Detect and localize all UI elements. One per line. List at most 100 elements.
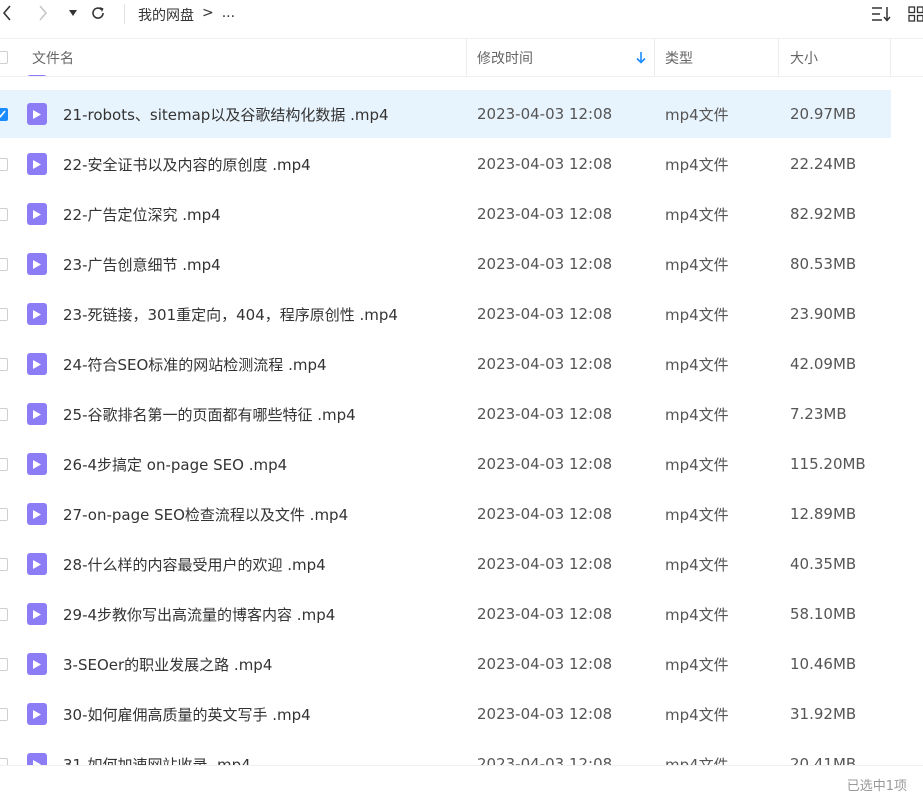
file-modified: 2023-04-03 12:08: [477, 240, 612, 288]
file-name[interactable]: 21-robots、sitemap以及谷歌结构化数据 .mp4: [63, 90, 389, 138]
file-type: mp4文件: [665, 640, 729, 688]
file-row[interactable]: 21-robots、sitemap以及谷歌结构化数据 .mp4 2023-04-0…: [0, 90, 891, 138]
video-file-icon: [27, 453, 47, 475]
column-header-name[interactable]: 文件名: [32, 39, 74, 76]
video-file-icon: [27, 153, 47, 175]
file-icon-cell: [27, 390, 47, 438]
column-divider[interactable]: [466, 39, 467, 76]
row-checkbox[interactable]: [0, 458, 8, 471]
file-row[interactable]: 25-谷歌排名第一的页面都有哪些特征 .mp42023-04-03 12:08m…: [0, 390, 891, 438]
file-modified: 2023-04-03 12:08: [477, 490, 612, 538]
row-checkbox[interactable]: [0, 708, 8, 721]
sort-desc-icon[interactable]: [636, 39, 646, 76]
video-file-icon: [27, 703, 47, 725]
file-name[interactable]: 3-SEOer的职业发展之路 .mp4: [63, 640, 272, 688]
file-size: 115.20MB: [790, 440, 866, 488]
status-bar: 已选中1项: [0, 765, 923, 794]
row-checkbox-cell: [0, 690, 8, 738]
file-list: 21-robots、sitemap以及谷歌结构化数据 .mp4 2023-04-0…: [0, 75, 923, 765]
column-divider[interactable]: [778, 39, 779, 76]
file-row[interactable]: 22-安全证书以及内容的原创度 .mp42023-04-03 12:08mp4文…: [0, 140, 891, 188]
row-checkbox[interactable]: [0, 258, 8, 271]
file-row[interactable]: 30-如何雇佣高质量的英文写手 .mp42023-04-03 12:08mp4文…: [0, 690, 891, 738]
refresh-button[interactable]: [88, 2, 108, 24]
file-icon-cell: [27, 240, 47, 288]
file-type: mp4文件: [665, 740, 729, 765]
row-checkbox[interactable]: [0, 208, 8, 221]
partial-file-icon: [27, 75, 47, 76]
row-checkbox[interactable]: [0, 358, 8, 371]
file-name[interactable]: 23-广告创意细节 .mp4: [63, 240, 221, 288]
video-file-icon: [27, 253, 47, 275]
column-header-type[interactable]: 类型: [665, 39, 693, 76]
toolbar: 我的网盘 > ...: [0, 0, 923, 28]
file-row[interactable]: 26-4步搞定 on-page SEO .mp42023-04-03 12:08…: [0, 440, 891, 488]
file-name[interactable]: 30-如何雇佣高质量的英文写手 .mp4: [63, 690, 311, 738]
file-row[interactable]: 22-广告定位深究 .mp42023-04-03 12:08mp4文件82.92…: [0, 190, 891, 238]
file-size: 12.89MB: [790, 490, 856, 538]
back-button[interactable]: [0, 2, 17, 24]
file-size: 22.24MB: [790, 140, 856, 188]
file-row[interactable]: 28-什么样的内容最受用户的欢迎 .mp42023-04-03 12:08mp4…: [0, 540, 891, 588]
row-checkbox-cell: [0, 740, 8, 765]
file-size: 23.90MB: [790, 290, 856, 338]
file-row[interactable]: 31-如何加速网站收录 .mp42023-04-03 12:08mp4文件20.…: [0, 740, 891, 765]
view-toggle-button[interactable]: [906, 3, 923, 25]
file-icon-cell: [27, 440, 47, 488]
row-checkbox[interactable]: [0, 558, 8, 571]
file-name[interactable]: 23-死链接，301重定向，404，程序原创性 .mp4: [63, 290, 398, 338]
file-row[interactable]: 3-SEOer的职业发展之路 .mp42023-04-03 12:08mp4文件…: [0, 640, 891, 688]
file-row[interactable]: 24-符合SEO标准的网站检测流程 .mp42023-04-03 12:08mp…: [0, 340, 891, 388]
file-name[interactable]: 31-如何加速网站收录 .mp4: [63, 740, 251, 765]
row-checkbox[interactable]: [0, 608, 8, 621]
row-checkbox[interactable]: [0, 108, 8, 121]
file-modified: 2023-04-03 12:08: [477, 740, 612, 765]
file-name[interactable]: 25-谷歌排名第一的页面都有哪些特征 .mp4: [63, 390, 356, 438]
row-checkbox[interactable]: [0, 158, 8, 171]
row-checkbox[interactable]: [0, 408, 8, 421]
video-file-icon: [27, 653, 47, 675]
forward-button[interactable]: [33, 2, 53, 24]
sort-button[interactable]: [870, 3, 892, 25]
file-row[interactable]: 23-死链接，301重定向，404，程序原创性 .mp42023-04-03 1…: [0, 290, 891, 338]
column-header-size[interactable]: 大小: [790, 39, 818, 76]
file-name[interactable]: 22-广告定位深究 .mp4: [63, 190, 221, 238]
video-file-icon: [27, 603, 47, 625]
file-name[interactable]: 22-安全证书以及内容的原创度 .mp4: [63, 140, 311, 188]
row-checkbox[interactable]: [0, 508, 8, 521]
file-row[interactable]: 23-广告创意细节 .mp42023-04-03 12:08mp4文件80.53…: [0, 240, 891, 288]
toolbar-divider: [124, 4, 125, 24]
column-divider[interactable]: [654, 39, 655, 76]
row-checkbox-cell: [0, 590, 8, 638]
column-header-modified[interactable]: 修改时间: [477, 39, 533, 76]
select-all-checkbox[interactable]: [0, 51, 8, 64]
breadcrumb-more[interactable]: ...: [222, 5, 235, 25]
file-type: mp4文件: [665, 390, 729, 438]
row-checkbox[interactable]: [0, 658, 8, 671]
caret-down-icon: [69, 10, 77, 16]
file-modified: 2023-04-03 12:08: [477, 90, 612, 138]
sort-list-icon: [871, 6, 891, 22]
file-modified: 2023-04-03 12:08: [477, 690, 612, 738]
file-name[interactable]: 28-什么样的内容最受用户的欢迎 .mp4: [63, 540, 326, 588]
history-dropdown-button[interactable]: [63, 2, 83, 24]
video-file-icon: [27, 553, 47, 575]
video-file-icon: [27, 103, 47, 125]
file-size: 10.46MB: [790, 640, 856, 688]
file-name[interactable]: 24-符合SEO标准的网站检测流程 .mp4: [63, 340, 327, 388]
file-row[interactable]: 29-4步教你写出高流量的博客内容 .mp42023-04-03 12:08mp…: [0, 590, 891, 638]
breadcrumb-root[interactable]: 我的网盘: [138, 5, 194, 25]
file-name[interactable]: 29-4步教你写出高流量的博客内容 .mp4: [63, 590, 335, 638]
file-icon-cell: [27, 140, 47, 188]
file-type: mp4文件: [665, 90, 729, 138]
column-divider[interactable]: [890, 39, 891, 76]
file-row[interactable]: 27-on-page SEO检查流程以及文件 .mp4 2023-04-03 12…: [0, 490, 891, 538]
row-checkbox[interactable]: [0, 758, 8, 766]
file-name[interactable]: 27-on-page SEO检查流程以及文件 .mp4: [63, 490, 348, 538]
file-size: 31.92MB: [790, 690, 856, 738]
select-all-cell: [0, 39, 8, 76]
video-file-icon: [27, 753, 47, 765]
file-name[interactable]: 26-4步搞定 on-page SEO .mp4: [63, 440, 287, 488]
row-checkbox[interactable]: [0, 308, 8, 321]
file-icon-cell: [27, 340, 47, 388]
